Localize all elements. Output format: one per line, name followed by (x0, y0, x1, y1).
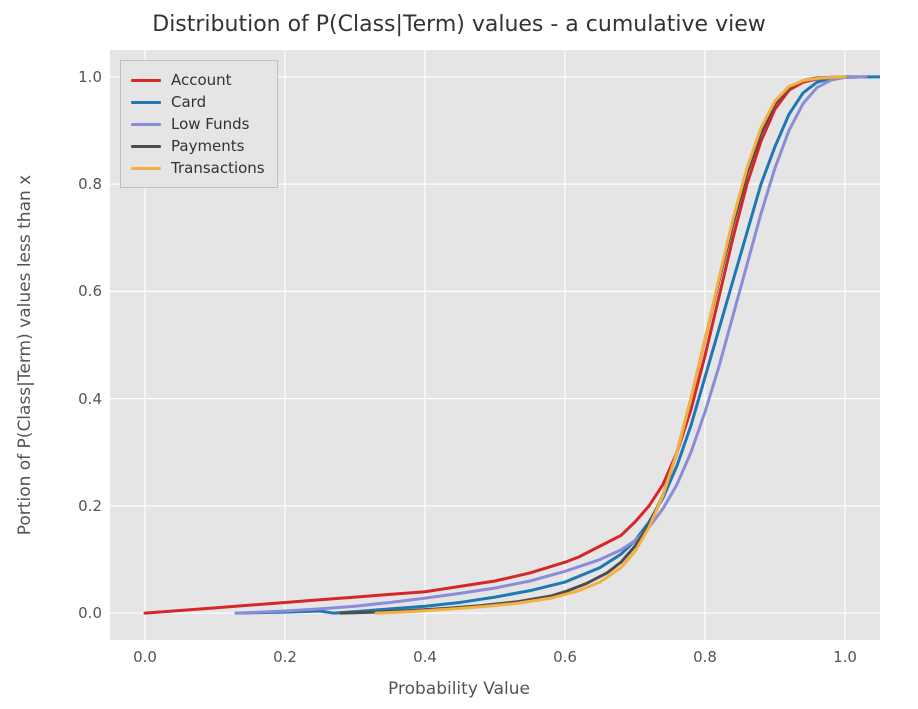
legend-swatch (131, 79, 161, 82)
legend-label: Account (171, 71, 232, 89)
x-tick-label: 0.4 (413, 648, 437, 666)
y-axis-label: Portion of P(Class|Term) values less tha… (15, 174, 35, 534)
legend-swatch (131, 145, 161, 148)
x-tick-label: 0.6 (553, 648, 577, 666)
x-tick-label: 0.0 (133, 648, 157, 666)
y-tick-label: 0.4 (62, 390, 102, 408)
x-tick-label: 0.2 (273, 648, 297, 666)
y-axis-label-container: Portion of P(Class|Term) values less tha… (14, 0, 36, 709)
y-tick-label: 0.6 (62, 282, 102, 300)
legend-item: Transactions (131, 157, 265, 179)
legend: Account Card Low Funds Payments Transactions (120, 60, 278, 188)
legend-swatch (131, 167, 161, 170)
y-tick-label: 0.8 (62, 175, 102, 193)
legend-label: Low Funds (171, 115, 249, 133)
legend-item: Low Funds (131, 113, 265, 135)
legend-item: Card (131, 91, 265, 113)
y-tick-label: 0.0 (62, 604, 102, 622)
legend-swatch (131, 101, 161, 104)
chart-container: Distribution of P(Class|Term) values - a… (0, 0, 918, 709)
series-line (236, 77, 880, 613)
legend-item: Account (131, 69, 265, 91)
legend-label: Payments (171, 137, 244, 155)
x-axis-label: Probability Value (0, 679, 918, 699)
series-line (376, 77, 845, 613)
y-tick-label: 0.2 (62, 497, 102, 515)
legend-label: Transactions (171, 159, 265, 177)
legend-item: Payments (131, 135, 265, 157)
legend-swatch (131, 123, 161, 126)
x-tick-label: 1.0 (833, 648, 857, 666)
x-tick-label: 0.8 (693, 648, 717, 666)
chart-title: Distribution of P(Class|Term) values - a… (0, 12, 918, 37)
legend-label: Card (171, 93, 206, 111)
y-tick-label: 1.0 (62, 68, 102, 86)
plot-area: 0.00.20.40.60.81.0 0.00.20.40.60.81.0 Ac… (110, 50, 880, 640)
